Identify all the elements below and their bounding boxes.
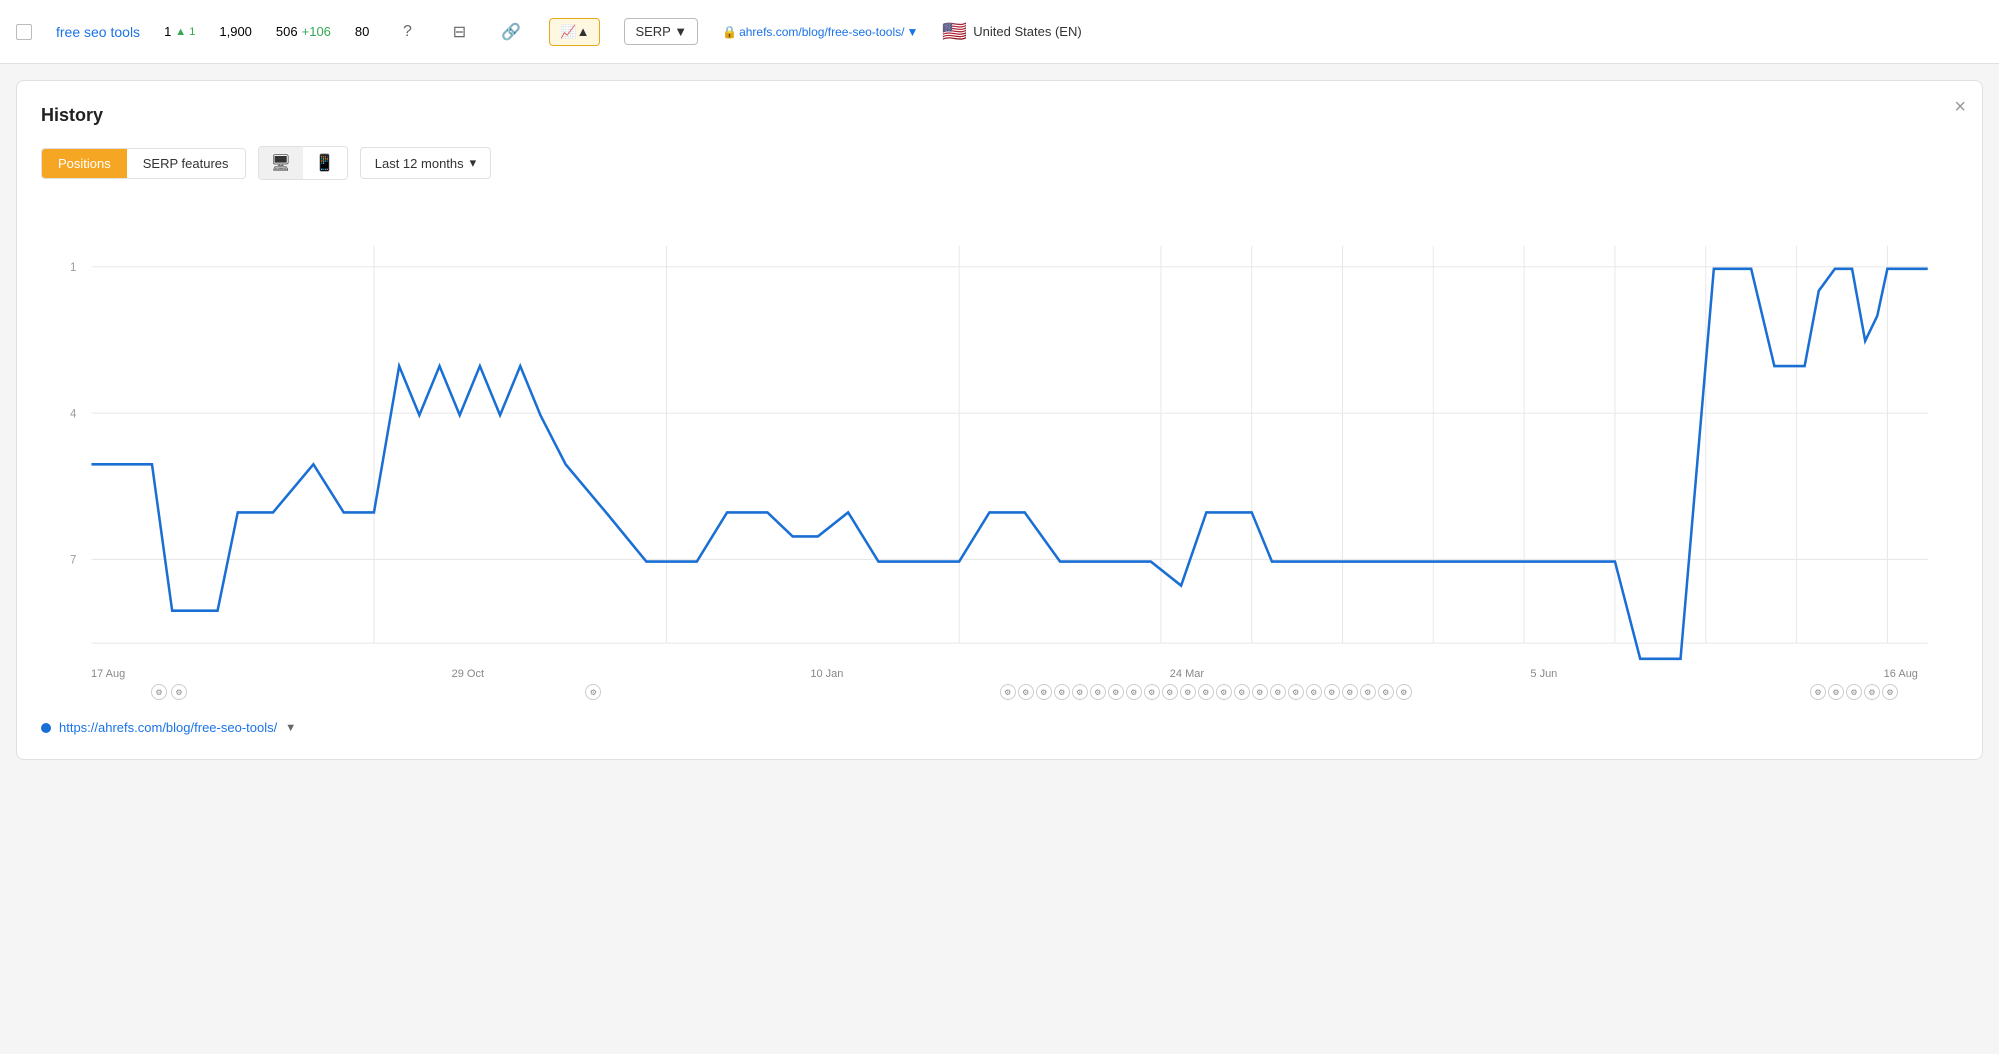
x-axis-labels: 17 Aug 29 Oct 10 Jan 24 Mar 5 Jun 16 Aug bbox=[41, 664, 1958, 680]
device-tab-group: 🖥 📱 bbox=[258, 146, 348, 180]
event-icon-26[interactable]: ⚙ bbox=[1396, 684, 1412, 700]
x-label-aug16: 16 Aug bbox=[1884, 668, 1918, 680]
rank-delta: ▲ 1 bbox=[175, 26, 195, 38]
view-tab-group: Positions SERP features bbox=[41, 148, 246, 179]
event-icon-23[interactable]: ⚙ bbox=[1342, 684, 1358, 700]
x-label-mar24: 24 Mar bbox=[1170, 668, 1204, 680]
legend-url[interactable]: https://ahrefs.com/blog/free-seo-tools/ bbox=[59, 720, 277, 735]
event-icon-20[interactable]: ⚙ bbox=[1288, 684, 1304, 700]
url-arrow: ▼ bbox=[906, 25, 918, 39]
event-icon-12[interactable]: ⚙ bbox=[1144, 684, 1160, 700]
panel-title: History bbox=[41, 105, 1958, 126]
tab-desktop[interactable]: 🖥 bbox=[259, 147, 303, 179]
svg-text:7: 7 bbox=[70, 554, 76, 566]
event-icon-3[interactable]: ⚙ bbox=[585, 684, 601, 700]
event-icon-11[interactable]: ⚙ bbox=[1126, 684, 1142, 700]
events-row: ⚙ ⚙ ⚙ ⚙ ⚙ ⚙ ⚙ ⚙ ⚙ ⚙ ⚙ ⚙ ⚙ ⚙ ⚙ ⚙ ⚙ ⚙ ⚙ ⚙ … bbox=[41, 680, 1958, 704]
top-bar: free seo tools 1 ▲ 1 1,900 506 +106 80 ?… bbox=[0, 0, 1999, 64]
event-icon-24[interactable]: ⚙ bbox=[1360, 684, 1376, 700]
event-icon-9[interactable]: ⚙ bbox=[1090, 684, 1106, 700]
event-icon-30[interactable]: ⚙ bbox=[1864, 684, 1880, 700]
serp-button[interactable]: SERP ▼ bbox=[624, 18, 698, 45]
chart-icon: 📈▲ bbox=[560, 24, 589, 40]
event-icon-19[interactable]: ⚙ bbox=[1270, 684, 1286, 700]
event-icon-14[interactable]: ⚙ bbox=[1180, 684, 1196, 700]
rank-stat: 1 ▲ 1 bbox=[164, 24, 195, 39]
x-label-aug17: 17 Aug bbox=[91, 668, 125, 680]
date-arrow: ▾ bbox=[470, 155, 477, 171]
question-icon-btn[interactable]: ? bbox=[393, 18, 421, 46]
kd-value: 80 bbox=[355, 24, 369, 39]
serp-label: SERP ▼ bbox=[635, 24, 687, 39]
url-link[interactable]: ahrefs.com/blog/free-seo-tools/ bbox=[739, 25, 904, 39]
tab-serp-features[interactable]: SERP features bbox=[127, 149, 245, 178]
tab-mobile[interactable]: 📱 bbox=[303, 147, 347, 179]
lock-icon: 🔒 bbox=[722, 25, 737, 39]
event-icon-8[interactable]: ⚙ bbox=[1072, 684, 1088, 700]
volume-stat: 1,900 bbox=[219, 24, 252, 39]
event-icon-15[interactable]: ⚙ bbox=[1198, 684, 1214, 700]
history-chart: 1 4 7 bbox=[41, 204, 1958, 664]
event-icon-10[interactable]: ⚙ bbox=[1108, 684, 1124, 700]
tab-positions[interactable]: Positions bbox=[42, 149, 127, 178]
link-icon-btn[interactable]: 🔗 bbox=[497, 18, 525, 46]
close-button[interactable]: × bbox=[1954, 97, 1966, 117]
region-label: United States (EN) bbox=[973, 24, 1081, 39]
svg-text:4: 4 bbox=[70, 408, 76, 420]
legend-row: https://ahrefs.com/blog/free-seo-tools/ … bbox=[41, 720, 1958, 735]
x-label-jan10: 10 Jan bbox=[810, 668, 843, 680]
event-icon-28[interactable]: ⚙ bbox=[1828, 684, 1844, 700]
rank-line bbox=[91, 269, 1927, 659]
legend-dot bbox=[41, 723, 51, 733]
event-icon-7[interactable]: ⚙ bbox=[1054, 684, 1070, 700]
event-icon-31[interactable]: ⚙ bbox=[1882, 684, 1898, 700]
chart-button[interactable]: 📈▲ bbox=[549, 18, 600, 46]
row-checkbox[interactable] bbox=[16, 24, 32, 40]
event-icon-13[interactable]: ⚙ bbox=[1162, 684, 1178, 700]
date-range-button[interactable]: Last 12 months ▾ bbox=[360, 147, 491, 179]
keyword-link[interactable]: free seo tools bbox=[56, 24, 140, 40]
event-icon-29[interactable]: ⚙ bbox=[1846, 684, 1862, 700]
event-icon-25[interactable]: ⚙ bbox=[1378, 684, 1394, 700]
date-range-label: Last 12 months bbox=[375, 156, 464, 171]
chart-area: 1 4 7 bbox=[41, 204, 1958, 664]
traffic-delta: +106 bbox=[302, 24, 331, 39]
svg-text:1: 1 bbox=[70, 262, 76, 274]
event-icon-1[interactable]: ⚙ bbox=[151, 684, 167, 700]
rank-value: 1 bbox=[164, 24, 171, 39]
url-container: 🔒 ahrefs.com/blog/free-seo-tools/ ▼ bbox=[722, 25, 918, 39]
history-panel: × History Positions SERP features 🖥 📱 La… bbox=[16, 80, 1983, 760]
x-label-oct29: 29 Oct bbox=[452, 668, 484, 680]
region-container: 🇺🇸 United States (EN) bbox=[942, 19, 1081, 44]
event-icon-16[interactable]: ⚙ bbox=[1216, 684, 1232, 700]
kd-stat: 80 bbox=[355, 24, 369, 39]
volume-value: 1,900 bbox=[219, 24, 252, 39]
event-icon-6[interactable]: ⚙ bbox=[1036, 684, 1052, 700]
clipboard-icon-btn[interactable]: ⊟ bbox=[445, 18, 473, 46]
event-icon-4[interactable]: ⚙ bbox=[1000, 684, 1016, 700]
event-icon-2[interactable]: ⚙ bbox=[171, 684, 187, 700]
event-icon-17[interactable]: ⚙ bbox=[1234, 684, 1250, 700]
traffic-value: 506 bbox=[276, 24, 298, 39]
event-icon-18[interactable]: ⚙ bbox=[1252, 684, 1268, 700]
event-icon-21[interactable]: ⚙ bbox=[1306, 684, 1322, 700]
event-icon-27[interactable]: ⚙ bbox=[1810, 684, 1826, 700]
event-icon-22[interactable]: ⚙ bbox=[1324, 684, 1340, 700]
legend-arrow[interactable]: ▼ bbox=[285, 722, 296, 734]
filter-row: Positions SERP features 🖥 📱 Last 12 mont… bbox=[41, 146, 1958, 180]
flag-icon: 🇺🇸 bbox=[942, 19, 967, 44]
event-icon-5[interactable]: ⚙ bbox=[1018, 684, 1034, 700]
x-label-jun5: 5 Jun bbox=[1530, 668, 1557, 680]
traffic-stat: 506 +106 bbox=[276, 24, 331, 39]
